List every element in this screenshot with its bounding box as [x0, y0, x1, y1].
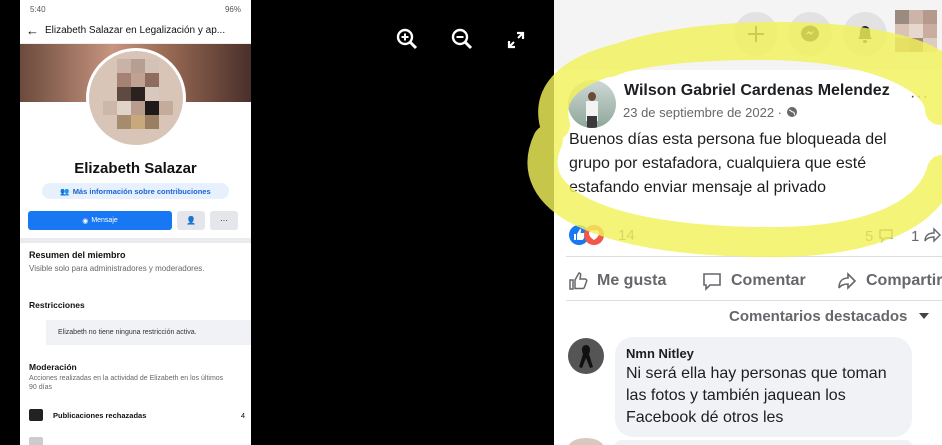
share-button-label: Compartir — [866, 272, 942, 289]
share-button[interactable]: Compartir — [837, 268, 942, 294]
facebook-top-bar — [554, 0, 942, 70]
facebook-post-panel: Wilson Gabriel Cardenas Melendez 23 de s… — [554, 0, 942, 445]
rejected-posts-count: 4 — [240, 410, 245, 420]
moderation-text: Acciones realizadas en la actividad de E… — [29, 375, 224, 391]
comment-bubble: Nmn Nitley Ni será ella hay personas que… — [615, 337, 912, 437]
divider-top — [566, 256, 942, 257]
like-button[interactable]: Me gusta — [568, 268, 666, 294]
create-button[interactable] — [734, 12, 778, 56]
phone-header: ← Elizabeth Salazar en Legalización y ap… — [20, 18, 251, 44]
profile-avatar-pixelated[interactable] — [86, 48, 186, 148]
comment-button[interactable]: Comentar — [702, 268, 806, 294]
contributions-info-chip[interactable]: 👥 Más información sobre contribuciones — [42, 183, 229, 199]
status-battery: 96% — [224, 4, 241, 14]
comment-count-value: 5 — [865, 228, 874, 245]
share-count-value: 1 — [911, 228, 920, 245]
share-count-icon — [923, 227, 941, 243]
member-summary-title: Resumen del miembro — [29, 250, 126, 260]
fullscreen-icon[interactable] — [507, 31, 529, 53]
commenter-name[interactable]: Nmn Nitley — [626, 346, 901, 361]
more-options-button[interactable]: ··· — [210, 211, 238, 230]
commenter-avatar[interactable] — [568, 338, 604, 374]
black-ribbon-icon — [579, 345, 593, 368]
thumbs-up-icon — [569, 272, 588, 290]
post-date[interactable]: 23 de septiembre de 2022 · — [623, 105, 798, 120]
zoom-out-icon[interactable] — [451, 28, 473, 50]
share-icon — [838, 272, 857, 290]
zoom-in-icon[interactable] — [396, 28, 418, 50]
profile-name: Elizabeth Salazar — [74, 160, 197, 177]
love-reaction-icon — [584, 225, 604, 245]
rejected-posts-row[interactable]: Publicaciones rechazadas 4 — [29, 406, 245, 424]
reactions-summary[interactable]: 14 5 1 — [569, 225, 942, 247]
post-author-name[interactable]: Wilson Gabriel Cardenas Melendez — [624, 82, 890, 100]
post-options-button[interactable]: ··· — [910, 88, 929, 106]
restrictions-text: Elizabeth no tiene ninguna restricción a… — [58, 329, 197, 336]
comment-sort-selector[interactable]: Comentarios destacados — [729, 308, 930, 325]
photo-viewer — [251, 0, 554, 445]
messenger-icon — [801, 25, 819, 42]
next-commenter-avatar[interactable] — [568, 438, 604, 445]
comment-button-label: Comentar — [731, 272, 806, 289]
messenger-button[interactable] — [788, 12, 832, 56]
back-arrow-icon[interactable]: ← — [26, 23, 39, 38]
reaction-count: 14 — [618, 227, 635, 244]
plus-icon — [748, 26, 764, 42]
row-icon — [29, 437, 43, 445]
comment-icon — [703, 273, 721, 291]
divider-bottom — [566, 300, 942, 301]
like-button-label: Me gusta — [597, 272, 667, 289]
status-bar: 5:40 96% — [20, 0, 251, 18]
people-icon: 👥 — [60, 186, 70, 196]
member-summary-text: Visible solo para administradores y mode… — [29, 264, 205, 273]
friend-button[interactable]: 👤 — [177, 211, 205, 230]
comment-count-icon — [878, 229, 893, 243]
contributions-label: Más información sobre contribuciones — [72, 186, 211, 196]
group-header-title: Elizabeth Salazar en Legalización y ap..… — [45, 25, 226, 36]
person-icon: 👤 — [186, 216, 196, 225]
profile-actions: ◉ Mensaje 👤 ··· — [28, 211, 243, 230]
rejected-posts-label: Publicaciones rechazadas — [53, 410, 147, 420]
rejected-post-icon — [29, 409, 43, 421]
globe-icon — [786, 107, 797, 117]
post-date-text: 23 de septiembre de 2022 · — [623, 105, 786, 120]
moderation-title: Moderación — [29, 362, 77, 372]
comment-count[interactable]: 5 — [865, 227, 894, 245]
caret-down-icon — [918, 313, 929, 319]
messenger-icon: ◉ — [82, 217, 89, 225]
post-body-text: Buenos días esta persona fue bloqueada d… — [569, 131, 887, 196]
status-time: 5:40 — [30, 4, 46, 14]
phone-screenshot: 5:40 96% ← Elizabeth Salazar en Legaliza… — [20, 0, 251, 445]
comment-text: Ni será ella hay personas que toman las … — [626, 365, 887, 426]
comment-sort-label: Comentarios destacados — [729, 308, 908, 325]
notifications-button[interactable] — [843, 12, 887, 56]
next-comment-bubble — [615, 440, 912, 445]
post-author-avatar[interactable] — [568, 80, 616, 128]
section-separator — [20, 238, 251, 243]
bell-icon — [858, 26, 872, 43]
message-button-label: Mensaje — [91, 217, 118, 224]
restrictions-box: Elizabeth no tiene ninguna restricción a… — [46, 320, 251, 345]
next-row[interactable] — [29, 434, 245, 445]
account-avatar[interactable] — [895, 10, 942, 58]
message-button[interactable]: ◉ Mensaje — [28, 211, 172, 230]
restrictions-title: Restricciones — [29, 300, 85, 310]
left-margin — [0, 0, 20, 445]
share-count[interactable]: 1 — [911, 227, 942, 245]
